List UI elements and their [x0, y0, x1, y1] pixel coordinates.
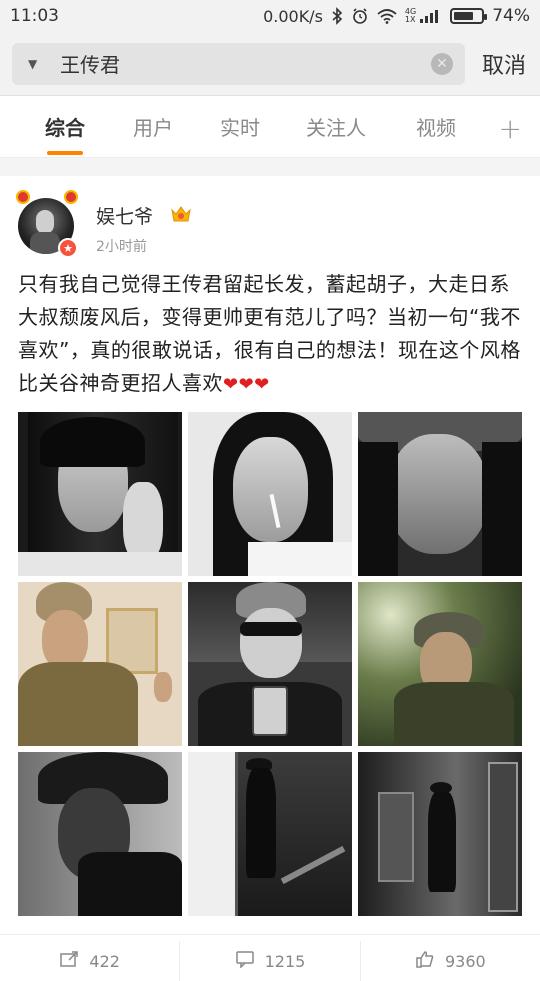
- like-button[interactable]: 9360: [361, 941, 540, 981]
- repost-button[interactable]: 422: [0, 941, 181, 981]
- portrait-face: [233, 437, 308, 542]
- verified-badge-icon: ★: [58, 238, 78, 258]
- portrait-face: [388, 434, 488, 554]
- alarm-icon: [351, 7, 369, 25]
- search-tabs: 综合 用户 实时 关注人 视频 +: [0, 96, 540, 158]
- heart-emoji-icon: ❤❤❤: [223, 374, 270, 395]
- post-image-8[interactable]: [188, 752, 352, 916]
- battery-icon: [450, 8, 488, 24]
- status-time: 11:03: [10, 6, 59, 26]
- network-type: 4G 1X: [405, 8, 416, 24]
- festive-decoration-icon: [64, 190, 78, 204]
- section-divider: [0, 158, 540, 176]
- comment-count: 1215: [264, 951, 306, 971]
- status-bar: 11:03 0.00K/s 4G 1X 74%: [0, 0, 540, 32]
- comment-icon: [235, 950, 255, 973]
- post-image-3[interactable]: [358, 412, 522, 576]
- portrait-hair: [40, 417, 145, 467]
- tab-comprehensive[interactable]: 综合: [45, 112, 85, 141]
- cancel-button[interactable]: 取消: [465, 48, 528, 80]
- sunglasses: [240, 622, 302, 636]
- tab-users[interactable]: 用户: [133, 112, 173, 141]
- repost-count: 422: [89, 951, 120, 971]
- weibo-post: ★ 娱七爷 2小时前 只有我自己觉得王传君留起长发，蓄起胡子，大走日系大叔颓废风…: [0, 176, 540, 960]
- portrait-shirt: [248, 542, 352, 576]
- add-tab-plus-icon[interactable]: +: [499, 112, 522, 145]
- tab-following[interactable]: 关注人: [306, 112, 366, 141]
- post-image-6[interactable]: [358, 582, 522, 746]
- vip-crown-icon: [170, 204, 192, 224]
- bluetooth-icon: [331, 7, 343, 25]
- signal-icon: [420, 8, 442, 24]
- avatar[interactable]: ★: [14, 188, 80, 258]
- tab-realtime[interactable]: 实时: [220, 112, 260, 141]
- clear-icon[interactable]: ✕: [431, 52, 453, 75]
- avatar-body: [30, 232, 60, 254]
- jacket: [394, 682, 514, 746]
- window: [188, 752, 238, 916]
- search-bar: ▼ 王传君 ✕ 取消: [0, 32, 540, 96]
- avatar-face: [36, 210, 54, 234]
- portrait-hand: [154, 672, 172, 702]
- portrait-hand: [123, 482, 163, 562]
- battery-fill: [454, 12, 474, 20]
- dropdown-caret-icon[interactable]: ▼: [28, 57, 50, 71]
- post-image-5[interactable]: [188, 582, 352, 746]
- thumbs-up-icon: [415, 950, 435, 973]
- battery-percent: 74%: [492, 6, 530, 26]
- post-text[interactable]: 只有我自己觉得王传君留起长发，蓄起胡子，大走日系大叔颓废风后，变得更帅更有范儿了…: [18, 268, 528, 401]
- repost-icon: [59, 950, 79, 973]
- portrait-hair: [482, 442, 522, 576]
- festive-decoration-icon: [16, 190, 30, 204]
- jacket: [18, 662, 138, 746]
- tab-video[interactable]: 视频: [416, 112, 456, 141]
- network-speed: 0.00K/s: [263, 6, 323, 26]
- figure-coat: [428, 792, 456, 892]
- post-image-9[interactable]: [358, 752, 522, 916]
- jacket: [78, 852, 182, 916]
- gate: [378, 792, 414, 882]
- post-image-4[interactable]: [18, 582, 182, 746]
- like-count: 9360: [444, 951, 486, 971]
- comment-button[interactable]: 1215: [180, 941, 361, 981]
- portrait-face: [42, 610, 88, 670]
- network-type-bottom: 1X: [404, 15, 416, 24]
- search-query[interactable]: 王传君: [50, 49, 431, 78]
- locker: [488, 762, 518, 912]
- portrait-face: [240, 608, 302, 678]
- post-image-2[interactable]: [188, 412, 352, 576]
- camera: [252, 686, 288, 736]
- post-image-7[interactable]: [18, 752, 182, 916]
- wifi-icon: [377, 8, 397, 24]
- post-action-bar: 422 1215 9360: [0, 934, 540, 981]
- portrait-hair: [358, 442, 398, 576]
- figure-coat: [246, 768, 276, 878]
- search-input[interactable]: ▼ 王传君 ✕: [12, 42, 465, 85]
- portrait-shirt: [18, 552, 182, 576]
- post-username[interactable]: 娱七爷: [96, 202, 153, 229]
- post-image-1[interactable]: [18, 412, 182, 576]
- post-time: 2小时前: [96, 239, 147, 255]
